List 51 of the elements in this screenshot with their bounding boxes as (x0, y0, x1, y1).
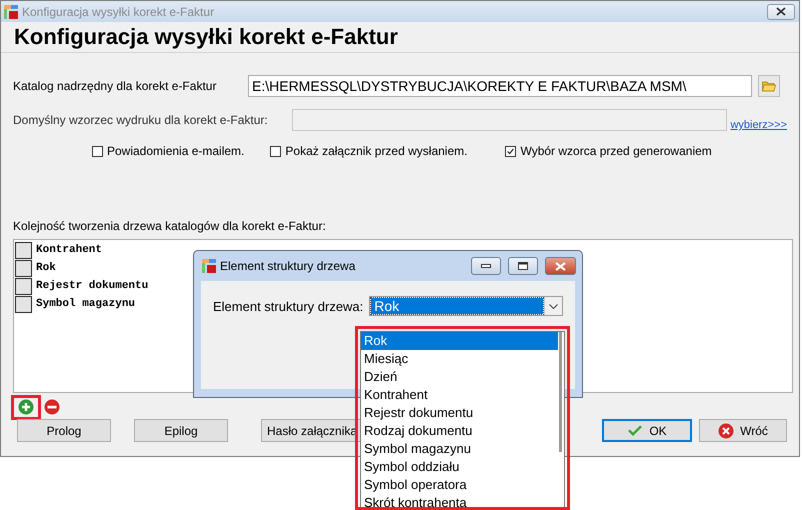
path-field[interactable]: E:\HERMESSQL\DYSTRYBUCJA\KOREKTY E FAKTUR\BAZA MSM\ (248, 75, 752, 97)
dropdown-option[interactable]: Rejestr dokumentu (361, 404, 558, 422)
tree-item[interactable]: Rok (36, 262, 56, 274)
dropdown-option[interactable]: Symbol oddziału (361, 458, 558, 476)
close-icon (555, 262, 566, 270)
checkbox-box[interactable] (92, 146, 103, 156)
add-icon[interactable] (18, 399, 34, 415)
cancel-icon (718, 422, 734, 438)
dropdown-option[interactable]: Skrót kontrahenta (361, 494, 558, 510)
field-label: Domyślny wzorzec wydruku dla korekt e-Faktur: (13, 113, 269, 127)
item-marker (15, 260, 32, 276)
dialog-title: Element struktury drzewa (220, 259, 356, 273)
browse-button[interactable] (758, 75, 780, 97)
action-button[interactable]: Epilog (134, 419, 228, 442)
item-marker (15, 242, 32, 258)
dropdown-option[interactable]: Symbol operatora (361, 476, 558, 494)
remove-icon[interactable] (44, 399, 60, 415)
folder-icon (762, 80, 776, 92)
dropdown-option[interactable]: Miesiąc (361, 350, 558, 368)
action-button[interactable]: Prolog (17, 419, 111, 442)
tree-item[interactable]: Rejestr dokumentu (36, 280, 148, 292)
page-heading: Konfiguracja wysyłki korekt e-Faktur (14, 24, 398, 50)
tree-item[interactable]: Kontrahent (36, 244, 102, 256)
app-icon (4, 4, 18, 18)
ok-button[interactable]: OK (602, 419, 692, 442)
field-label: Katalog nadrzędny dla korekt e-Faktur (13, 79, 218, 93)
chevron-icon (549, 304, 558, 308)
dropdown[interactable]: Rok (369, 296, 563, 316)
dropdown-option[interactable]: Kontrahent (361, 386, 558, 404)
choose-link[interactable]: wybierz>>> (730, 119, 787, 131)
section-label: Kolejność tworzenia drzewa katalogów dla korekt e-Faktur: (13, 219, 327, 233)
dropdown-option[interactable]: Symbol magazynu (361, 440, 558, 458)
maximize-icon (518, 262, 528, 270)
field-label: Element struktury drzewa: (213, 299, 364, 314)
template-field[interactable] (292, 109, 728, 131)
app-icon (202, 259, 216, 273)
minimize-button[interactable] (471, 257, 501, 275)
checkbox-box[interactable] (505, 146, 516, 156)
dropdown-option[interactable]: Rok (361, 332, 558, 350)
item-marker (15, 296, 32, 312)
tree-item[interactable]: Symbol magazynu (36, 298, 136, 310)
close-button[interactable] (767, 4, 795, 20)
checkmark-icon (627, 424, 644, 436)
close-icon (776, 7, 786, 16)
item-marker (15, 278, 32, 294)
minimize-icon (481, 264, 491, 268)
checkbox-box[interactable] (270, 146, 282, 156)
back-button[interactable]: Wróć (699, 419, 787, 442)
dropdown-option[interactable]: Dzień (361, 368, 558, 386)
window-title: Konfiguracja wysyłki korekt e-Faktur (22, 4, 216, 18)
maximize-button[interactable] (508, 257, 538, 275)
